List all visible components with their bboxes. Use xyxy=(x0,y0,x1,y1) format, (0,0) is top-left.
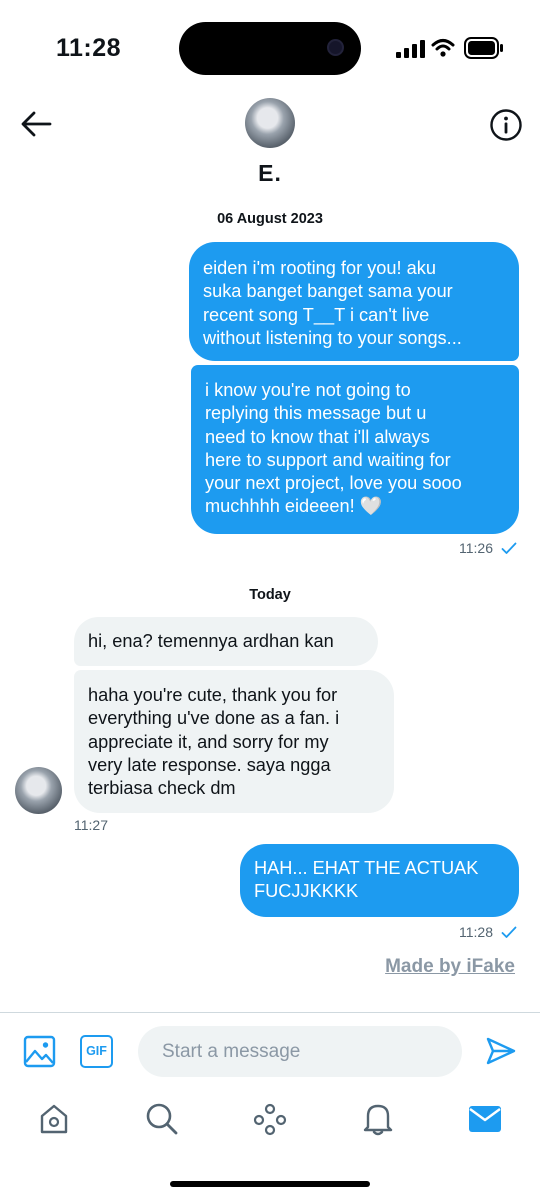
date-separator: 06 August 2023 xyxy=(217,211,323,227)
conversation-name[interactable]: E. xyxy=(0,160,540,187)
camera-icon xyxy=(327,39,344,56)
send-icon[interactable] xyxy=(485,1035,517,1067)
message-line: i know you're not going to xyxy=(205,380,411,400)
message-timestamp: 11:28 xyxy=(459,924,493,940)
search-icon[interactable] xyxy=(145,1102,179,1136)
message-bubble-outgoing[interactable]: i know you're not going to replying this… xyxy=(191,365,519,534)
message-line: recent song T__T i can't live xyxy=(203,304,430,325)
home-indicator xyxy=(170,1181,370,1187)
back-arrow-icon[interactable] xyxy=(20,110,52,138)
date-separator: Today xyxy=(249,587,291,603)
message-bubble-outgoing[interactable]: eiden i'm rooting for you! aku suka bang… xyxy=(189,242,519,361)
read-check-icon xyxy=(501,926,517,938)
message-timestamp: 11:27 xyxy=(74,817,108,833)
home-icon[interactable] xyxy=(38,1102,70,1136)
message-line: very late response. saya ngga xyxy=(88,754,331,775)
message-line: muchhhh eideeen! 🤍 xyxy=(205,496,383,517)
composer-divider xyxy=(0,1012,540,1013)
message-line: replying this message but u xyxy=(205,403,427,424)
watermark-link[interactable]: Made by iFake xyxy=(385,956,515,978)
message-line: eiden i'm rooting for you! aku xyxy=(203,258,436,278)
battery-icon xyxy=(464,37,503,59)
message-line: your next project, love you sooo xyxy=(205,473,462,494)
spaces-icon[interactable] xyxy=(253,1102,287,1136)
image-icon[interactable] xyxy=(23,1035,56,1068)
message-line: suka banget banget sama your xyxy=(203,281,453,302)
notifications-bell-icon[interactable] xyxy=(361,1101,395,1137)
status-time: 11:28 xyxy=(56,34,122,62)
message-line: FUCJJKKKK xyxy=(254,881,359,902)
message-bubble-incoming[interactable]: hi, ena? temennya ardhan kan xyxy=(74,617,378,666)
gif-icon[interactable]: GIF xyxy=(80,1035,113,1068)
avatar[interactable] xyxy=(245,98,295,148)
message-bubble-incoming[interactable]: haha you're cute, thank you for everythi… xyxy=(74,670,394,813)
message-line: without listening to your songs... xyxy=(203,327,462,348)
wifi-icon xyxy=(431,39,455,57)
message-timestamp: 11:26 xyxy=(459,540,493,556)
message-line: everything u've done as a fan. i xyxy=(88,708,340,729)
messages-mail-icon[interactable] xyxy=(468,1104,502,1134)
message-line: appreciate it, and sorry for my xyxy=(88,731,329,752)
message-line: terbiasa check dm xyxy=(88,778,236,799)
info-icon[interactable] xyxy=(489,108,523,142)
message-composer[interactable] xyxy=(138,1026,462,1077)
message-line: haha you're cute, thank you for xyxy=(88,685,338,705)
sender-avatar[interactable] xyxy=(15,767,62,814)
message-line: need to know that i'll always xyxy=(205,426,430,447)
message-line: here to support and waiting for xyxy=(205,449,451,470)
message-input[interactable] xyxy=(138,1026,462,1077)
message-bubble-outgoing[interactable]: HAH... EHAT THE ACTUAK FUCJJKKKK xyxy=(240,844,519,917)
message-line: HAH... EHAT THE ACTUAK xyxy=(254,858,479,878)
message-line: hi, ena? temennya ardhan kan xyxy=(88,631,334,651)
signal-icon xyxy=(396,40,425,58)
read-check-icon xyxy=(501,542,517,554)
